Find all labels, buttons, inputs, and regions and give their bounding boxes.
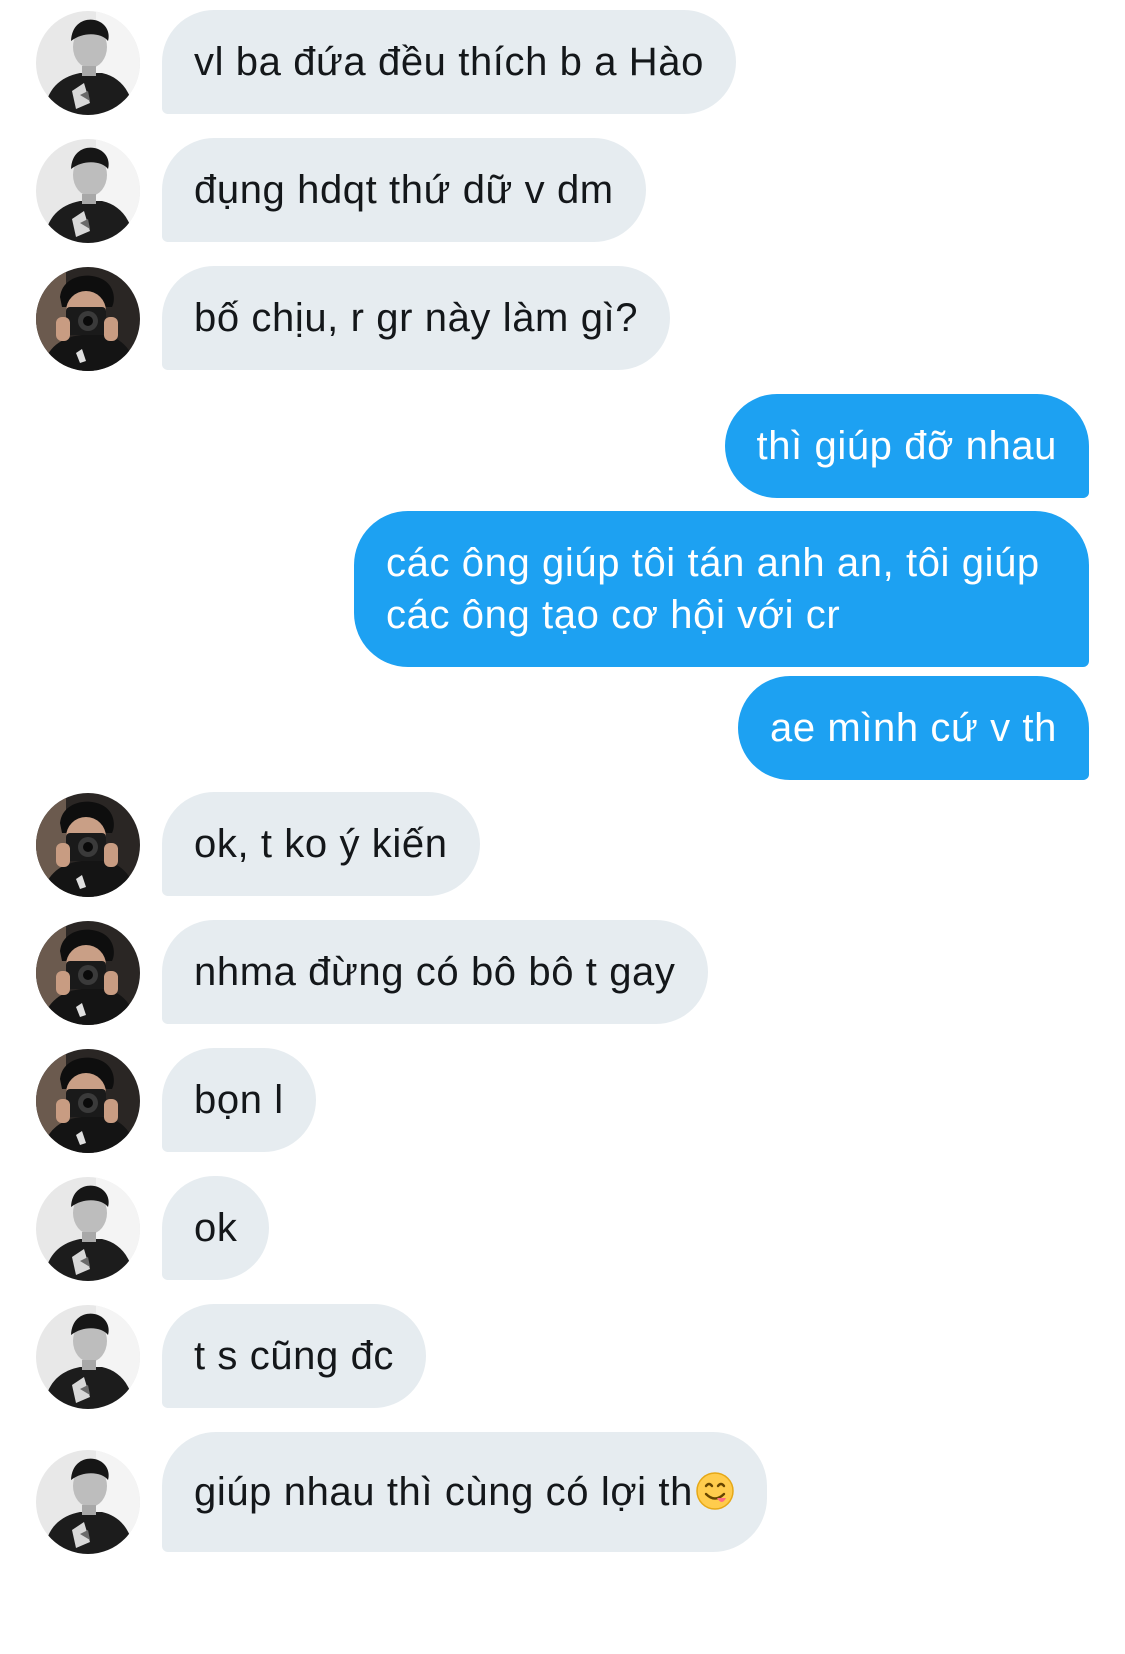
- message-bubble-incoming[interactable]: đụng hdqt thứ dữ v dm: [162, 138, 646, 242]
- message-text: vl ba đứa đều thích b a Hào: [194, 40, 704, 84]
- message-bubble-outgoing[interactable]: các ông giúp tôi tán anh an, tôi giúp cá…: [354, 511, 1089, 667]
- message-text: bố chịu, r gr này làm gì?: [194, 296, 639, 340]
- yum-face-emoji: [695, 1471, 735, 1511]
- message-bubble-incoming[interactable]: giúp nhau thì cùng có lợi th: [162, 1432, 767, 1552]
- message-bubble-incoming[interactable]: t s cũng đc: [162, 1304, 427, 1408]
- message-text: các ông giúp tôi tán anh an, tôi giúp cá…: [386, 541, 1040, 637]
- message-row-outgoing: ae mình cứ v th: [0, 676, 1125, 780]
- message-row-incoming: ok, t ko ý kiến: [0, 792, 1125, 896]
- avatar[interactable]: [36, 1049, 140, 1153]
- message-text: bọn l: [194, 1078, 284, 1122]
- message-text: ae mình cứ v th: [769, 706, 1057, 750]
- message-bubble-incoming[interactable]: vl ba đứa đều thích b a Hào: [162, 10, 736, 114]
- message-row-incoming: nhma đừng có bô bô t gay: [0, 920, 1125, 1024]
- message-bubble-incoming[interactable]: ok, t ko ý kiến: [162, 792, 480, 896]
- avatar[interactable]: [36, 1305, 140, 1409]
- avatar[interactable]: [36, 1177, 140, 1281]
- chat-thread: vl ba đứa đều thích b a Hào đụng hdqt th…: [0, 0, 1125, 1654]
- avatar[interactable]: [36, 267, 140, 371]
- message-row-outgoing: thì giúp đỡ nhau: [0, 394, 1125, 498]
- avatar[interactable]: [36, 1450, 140, 1554]
- message-row-incoming: đụng hdqt thứ dữ v dm: [0, 138, 1125, 242]
- message-bubble-incoming[interactable]: bố chịu, r gr này làm gì?: [162, 266, 671, 370]
- message-row-incoming: giúp nhau thì cùng có lợi th: [0, 1432, 1125, 1552]
- message-row-outgoing: các ông giúp tôi tán anh an, tôi giúp cá…: [0, 511, 1125, 667]
- message-row-incoming: bọn l: [0, 1048, 1125, 1152]
- message-text: đụng hdqt thứ dữ v dm: [194, 168, 614, 212]
- message-row-incoming: vl ba đứa đều thích b a Hào: [0, 10, 1125, 114]
- message-bubble-outgoing[interactable]: thì giúp đỡ nhau: [724, 394, 1089, 498]
- message-text: nhma đừng có bô bô t gay: [194, 950, 676, 994]
- message-row-incoming: t s cũng đc: [0, 1304, 1125, 1408]
- message-row-incoming: bố chịu, r gr này làm gì?: [0, 266, 1125, 370]
- message-text: thì giúp đỡ nhau: [756, 424, 1057, 468]
- message-bubble-incoming[interactable]: ok: [162, 1176, 270, 1280]
- message-bubble-incoming[interactable]: nhma đừng có bô bô t gay: [162, 920, 708, 1024]
- avatar[interactable]: [36, 921, 140, 1025]
- avatar[interactable]: [36, 793, 140, 897]
- message-bubble-outgoing[interactable]: ae mình cứ v th: [737, 676, 1089, 780]
- message-text: giúp nhau thì cùng có lợi th: [194, 1470, 693, 1514]
- avatar[interactable]: [36, 139, 140, 243]
- message-row-incoming: ok: [0, 1176, 1125, 1280]
- message-text: ok, t ko ý kiến: [194, 822, 448, 866]
- message-text: t s cũng đc: [194, 1334, 395, 1378]
- message-bubble-incoming[interactable]: bọn l: [162, 1048, 316, 1152]
- message-text: ok: [194, 1206, 238, 1250]
- avatar[interactable]: [36, 11, 140, 115]
